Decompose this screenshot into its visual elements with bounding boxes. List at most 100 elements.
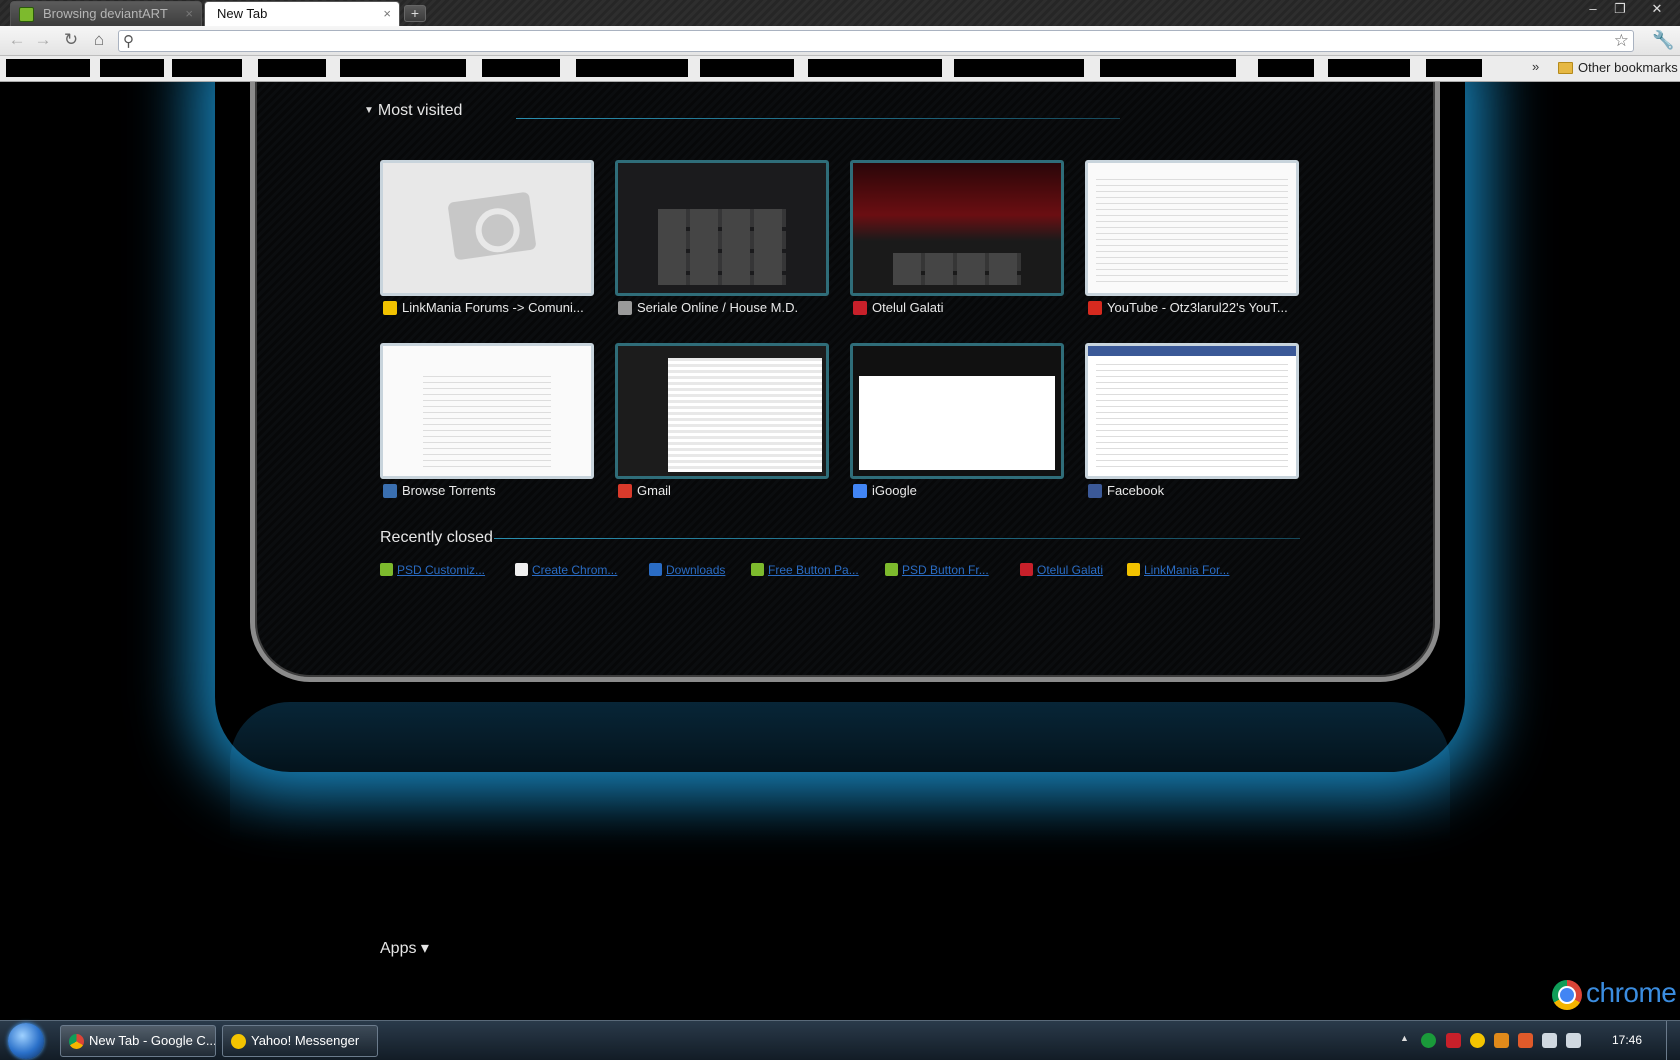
start-button-icon[interactable] bbox=[8, 1023, 44, 1059]
linkmania-favicon-icon bbox=[383, 301, 397, 315]
seriale-favicon-icon bbox=[618, 301, 632, 315]
most-visited-tile-thumbnail[interactable] bbox=[1085, 160, 1299, 296]
bookmark-item-redacted[interactable] bbox=[6, 59, 90, 77]
new-tab-button[interactable]: + bbox=[404, 5, 426, 22]
most-visited-tile-thumbnail[interactable] bbox=[850, 343, 1064, 479]
other-bookmarks-button[interactable]: Other bookmarks bbox=[1558, 60, 1678, 75]
tab-label: Browsing deviantART bbox=[43, 6, 168, 21]
forward-button[interactable]: → bbox=[32, 31, 54, 51]
most-visited-tile-thumbnail[interactable] bbox=[1085, 343, 1299, 479]
thumbnail-content bbox=[423, 376, 551, 468]
recently-closed-link[interactable]: Otelul Galati bbox=[1020, 563, 1138, 577]
collapse-triangle-icon: ▼ bbox=[364, 105, 374, 116]
most-visited-tile-title[interactable]: iGoogle bbox=[850, 483, 1064, 498]
bookmark-item-redacted[interactable] bbox=[700, 59, 794, 77]
most-visited-tile-thumbnail[interactable] bbox=[615, 160, 829, 296]
recently-closed-label: Downloads bbox=[666, 563, 726, 577]
most-visited-tile-thumbnail[interactable] bbox=[615, 343, 829, 479]
most-visited-tile-title[interactable]: YouTube - Otz3larul22's YouT... bbox=[1085, 300, 1299, 315]
thumbnail-content bbox=[658, 209, 786, 285]
most-visited-heading: Most visited bbox=[377, 102, 463, 119]
linkmania-favicon-icon bbox=[1127, 563, 1140, 576]
bookmark-item-redacted[interactable] bbox=[1426, 59, 1482, 77]
bookmark-item-redacted[interactable] bbox=[1328, 59, 1410, 77]
most-visited-tile-title[interactable]: Browse Torrents bbox=[380, 483, 594, 498]
thumbnail-content bbox=[1096, 179, 1288, 285]
tab-new-tab[interactable]: New Tab × bbox=[204, 1, 400, 26]
taskbar-button-label: Yahoo! Messenger bbox=[251, 1033, 360, 1048]
recently-closed-link[interactable]: Free Button Pa... bbox=[751, 563, 869, 577]
thumbnail-content bbox=[893, 253, 1021, 285]
camera-placeholder-icon bbox=[447, 191, 537, 261]
tile-title-text: Facebook bbox=[1107, 483, 1165, 498]
minimize-button[interactable]: – bbox=[1580, 0, 1606, 18]
youtube-favicon-icon bbox=[1088, 301, 1102, 315]
most-visited-tile-thumbnail[interactable] bbox=[380, 343, 594, 479]
maximize-button[interactable]: ❐ bbox=[1607, 0, 1633, 18]
bookmarks-overflow-chevron-icon[interactable]: » bbox=[1532, 59, 1539, 74]
taskbar-button-yahoo-messenger[interactable]: Yahoo! Messenger bbox=[222, 1025, 378, 1057]
apps-toggle[interactable]: Apps ▾ bbox=[380, 938, 429, 958]
recently-closed-link[interactable]: PSD Button Fr... bbox=[885, 563, 1003, 577]
bookmark-item-redacted[interactable] bbox=[1258, 59, 1314, 77]
home-button[interactable]: ⌂ bbox=[88, 31, 110, 51]
most-visited-header[interactable]: ▼ Most visited bbox=[364, 102, 462, 120]
bookmark-item-redacted[interactable] bbox=[954, 59, 1084, 77]
new-tab-page: ▼ Most visited LinkMania Forums -> Comuni… bbox=[0, 82, 1680, 1020]
most-visited-tile-title[interactable]: LinkMania Forums -> Comuni... bbox=[380, 300, 594, 315]
most-visited-tile-title[interactable]: Facebook bbox=[1085, 483, 1299, 498]
bookmark-item-redacted[interactable] bbox=[1100, 59, 1236, 77]
wrench-menu-icon[interactable]: 🔧 bbox=[1652, 30, 1674, 51]
tray-power-icon[interactable] bbox=[1494, 1033, 1509, 1048]
tray-utorrent-icon[interactable] bbox=[1421, 1033, 1436, 1048]
reload-button[interactable]: ↻ bbox=[60, 31, 82, 51]
most-visited-tile-thumbnail[interactable] bbox=[380, 160, 594, 296]
tray-expand-arrow-icon[interactable]: ▲ bbox=[1400, 1033, 1409, 1043]
back-button[interactable]: ← bbox=[6, 31, 28, 51]
tray-vlc-icon[interactable] bbox=[1518, 1033, 1533, 1048]
show-desktop-button[interactable] bbox=[1666, 1021, 1680, 1060]
tile-title-text: LinkMania Forums -> Comuni... bbox=[402, 300, 584, 315]
recently-closed-label: LinkMania For... bbox=[1144, 563, 1230, 577]
bookmark-item-redacted[interactable] bbox=[482, 59, 560, 77]
igoogle-favicon-icon bbox=[853, 484, 867, 498]
tray-volume-icon[interactable] bbox=[1566, 1033, 1581, 1048]
tray-network-icon[interactable] bbox=[1542, 1033, 1557, 1048]
omnibox[interactable]: ⚲ ☆ bbox=[118, 30, 1634, 52]
bookmark-item-redacted[interactable] bbox=[258, 59, 326, 77]
most-visited-tile-thumbnail[interactable] bbox=[850, 160, 1064, 296]
most-visited-tile-title[interactable]: Gmail bbox=[615, 483, 829, 498]
tab-close-icon[interactable]: × bbox=[185, 2, 193, 26]
most-visited-tile-title[interactable]: Otelul Galati bbox=[850, 300, 1064, 315]
tray-yahoo-icon[interactable] bbox=[1470, 1033, 1485, 1048]
omnibox-input[interactable] bbox=[145, 33, 1585, 49]
recently-closed-link[interactable]: Create Chrom... bbox=[515, 563, 633, 577]
recently-closed-link[interactable]: Downloads bbox=[649, 563, 767, 577]
otelul-favicon-icon bbox=[853, 301, 867, 315]
thumbnail-content bbox=[1096, 364, 1288, 468]
bookmark-item-redacted[interactable] bbox=[340, 59, 466, 77]
tray-app-icon[interactable] bbox=[1446, 1033, 1461, 1048]
bookmark-item-redacted[interactable] bbox=[576, 59, 688, 77]
folder-icon bbox=[1558, 62, 1573, 74]
taskbar-button-label: New Tab - Google C... bbox=[89, 1033, 216, 1048]
most-visited-tile-title[interactable]: Seriale Online / House M.D. bbox=[615, 300, 829, 315]
deviantart-favicon-icon bbox=[19, 7, 34, 22]
bookmark-item-redacted[interactable] bbox=[100, 59, 164, 77]
taskbar-button-chrome[interactable]: New Tab - Google C... bbox=[60, 1025, 216, 1057]
tile-title-text: Browse Torrents bbox=[402, 483, 496, 498]
taskbar-clock[interactable]: 17:46 bbox=[1612, 1033, 1642, 1047]
tile-title-text: YouTube - Otz3larul22's YouT... bbox=[1107, 300, 1288, 315]
recently-closed-link[interactable]: PSD Customiz... bbox=[380, 563, 498, 577]
chrome-logo-icon bbox=[1552, 980, 1582, 1010]
downloads-favicon-icon bbox=[649, 563, 662, 576]
recently-closed-link[interactable]: LinkMania For... bbox=[1127, 563, 1245, 577]
bookmark-item-redacted[interactable] bbox=[808, 59, 942, 77]
tab-browsing-deviantart[interactable]: Browsing deviantART × bbox=[10, 1, 202, 26]
section-divider bbox=[494, 538, 1300, 539]
bookmark-star-icon[interactable]: ☆ bbox=[1614, 31, 1629, 51]
bookmark-item-redacted[interactable] bbox=[172, 59, 242, 77]
close-window-button[interactable]: ✕ bbox=[1640, 0, 1674, 18]
psd-favicon-icon bbox=[751, 563, 764, 576]
tab-close-icon[interactable]: × bbox=[383, 2, 391, 26]
